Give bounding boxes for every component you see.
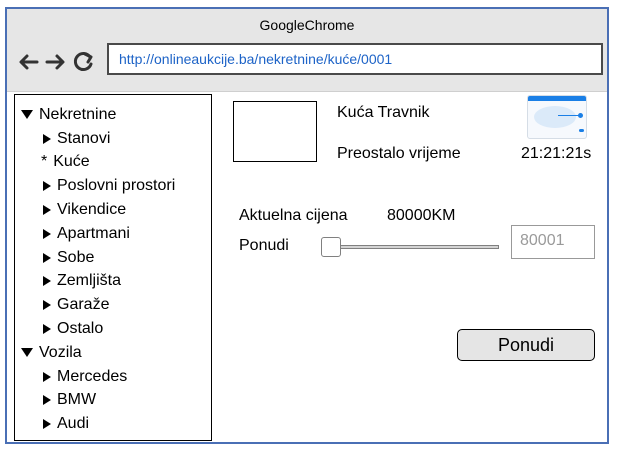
navigation-controls <box>17 51 95 73</box>
caret-down-icon <box>21 348 33 358</box>
caret-right-icon <box>43 276 51 287</box>
sidebar-item-kuce[interactable]: * Kuće <box>21 151 211 175</box>
sidebar-group-vozila[interactable]: Vozila <box>21 341 211 365</box>
caret-right-icon <box>43 133 51 144</box>
sidebar-item-label: BMW <box>57 391 97 409</box>
sidebar-item-audi[interactable]: Audi <box>21 412 211 436</box>
slider-handle[interactable] <box>321 237 341 257</box>
sidebar-item-apartmani[interactable]: Apartmani <box>21 222 211 246</box>
back-arrow-icon[interactable] <box>17 51 39 73</box>
caret-right-icon <box>43 205 51 216</box>
current-marker: * <box>41 153 48 171</box>
sidebar-item-label: Mercedes <box>57 367 128 385</box>
caret-right-icon <box>43 371 51 382</box>
category-sidebar: Nekretnine Stanovi * Kuće Poslovni prost… <box>14 94 212 441</box>
offer-slider[interactable] <box>321 237 499 257</box>
caret-right-icon <box>43 395 51 406</box>
current-price-value: 80000KM <box>387 207 456 224</box>
location-map-thumbnail[interactable] <box>527 95 587 139</box>
sidebar-item-label: Ostalo <box>57 320 104 338</box>
sidebar-item-label: Kuće <box>53 153 90 171</box>
sidebar-item-label: Zemljišta <box>57 272 122 290</box>
address-bar[interactable]: http://onlineaukcije.ba/nekretnine/kuće/… <box>107 43 603 75</box>
slider-track[interactable] <box>321 245 499 249</box>
caret-right-icon <box>43 324 51 335</box>
caret-right-icon <box>43 181 51 192</box>
sidebar-item-bmw[interactable]: BMW <box>21 389 211 413</box>
caret-right-icon <box>43 252 51 263</box>
current-price-label: Aktuelna cijena <box>239 207 348 224</box>
map-pin-icon <box>578 113 583 118</box>
map-header-bar <box>528 96 586 101</box>
sidebar-item-poslovni-prostori[interactable]: Poslovni prostori <box>21 174 211 198</box>
title-bar: GoogleChrome http://onlineaukcije.ba/nek… <box>7 9 607 92</box>
sidebar-item-garaze[interactable]: Garaže <box>21 293 211 317</box>
caret-right-icon <box>43 419 51 430</box>
sidebar-item-zemljista[interactable]: Zemljišta <box>21 270 211 294</box>
sidebar-group-label: Nekretnine <box>39 105 117 123</box>
sidebar-item-label: Garaže <box>57 296 110 314</box>
offer-label: Ponudi <box>239 237 289 254</box>
sidebar-group-nekretnine[interactable]: Nekretnine <box>21 103 211 127</box>
sidebar-item-mercedes[interactable]: Mercedes <box>21 365 211 389</box>
map-marker-icon <box>579 129 584 132</box>
forward-arrow-icon[interactable] <box>45 51 67 73</box>
sidebar-item-label: Apartmani <box>57 224 130 242</box>
remaining-time-value: 21:21:21s <box>521 145 592 162</box>
map-area-shape <box>534 106 576 128</box>
map-pin-line <box>558 115 580 116</box>
browser-window: GoogleChrome http://onlineaukcije.ba/nek… <box>5 7 609 444</box>
sidebar-item-label: Vikendice <box>57 201 127 219</box>
sidebar-item-ostalo[interactable]: Ostalo <box>21 317 211 341</box>
sidebar-item-label: Poslovni prostori <box>57 177 176 195</box>
caret-down-icon <box>21 110 33 120</box>
reload-icon[interactable] <box>73 51 95 73</box>
sidebar-item-label: Sobe <box>57 248 95 266</box>
listing-title: Kuća Travnik <box>337 104 430 121</box>
sidebar-item-stanovi[interactable]: Stanovi <box>21 127 211 151</box>
sidebar-item-sobe[interactable]: Sobe <box>21 246 211 270</box>
caret-right-icon <box>43 228 51 239</box>
submit-offer-button[interactable]: Ponudi <box>457 329 595 361</box>
sidebar-item-vikendice[interactable]: Vikendice <box>21 198 211 222</box>
remaining-time-label: Preostalo vrijeme <box>337 145 461 162</box>
listing-image-placeholder <box>233 101 317 162</box>
window-title: GoogleChrome <box>259 17 355 33</box>
offer-input[interactable]: 80001 <box>511 225 595 259</box>
sidebar-group-label: Vozila <box>39 343 82 361</box>
sidebar-item-label: Audi <box>57 415 90 433</box>
sidebar-item-label: Stanovi <box>57 129 111 147</box>
caret-right-icon <box>43 300 51 311</box>
